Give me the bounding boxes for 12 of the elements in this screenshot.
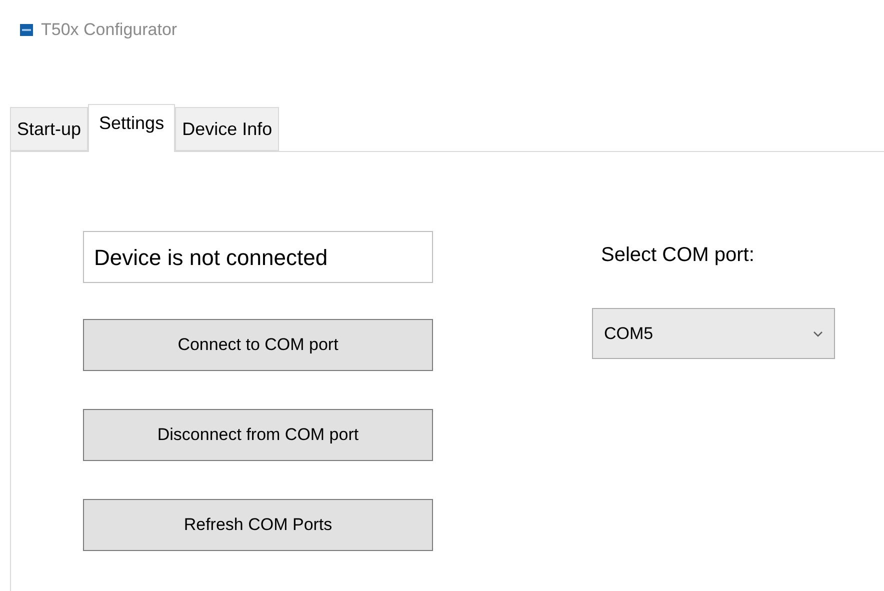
command-button[interactable]: Disconnect from COM port (83, 409, 433, 461)
status-field: Device is not connected (83, 231, 433, 283)
window-title: T50x Configurator (41, 19, 178, 42)
app-icon (20, 24, 33, 36)
tab[interactable]: Settings (88, 104, 176, 152)
com-port-dropdown[interactable]: COM5 (592, 308, 835, 359)
command-button[interactable]: Connect to COM port (83, 319, 433, 371)
tab[interactable]: Device Info (175, 107, 280, 151)
com-port-label: Select COM port: (600, 243, 756, 268)
command-button[interactable]: Refresh COM Ports (83, 499, 433, 551)
tab[interactable]: Start-up (10, 107, 88, 151)
chevron-down-icon (813, 330, 823, 336)
